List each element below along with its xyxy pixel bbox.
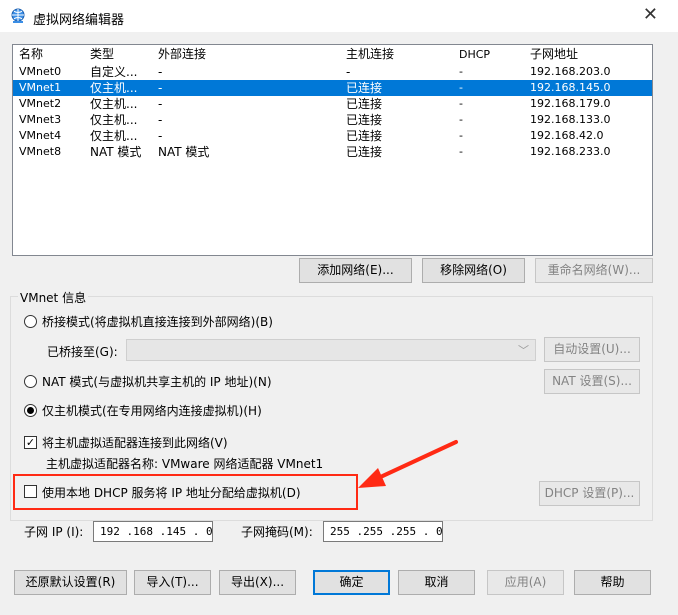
- cell-name: VMnet3: [19, 113, 62, 126]
- host-only-mode-radio[interactable]: [24, 404, 37, 417]
- nat-mode-radio[interactable]: [24, 375, 37, 388]
- host-only-mode-label[interactable]: 仅主机模式(在专用网络内连接虚拟机)(H): [42, 402, 262, 419]
- ok-button[interactable]: 确定: [313, 570, 390, 595]
- table-row[interactable]: VMnet0 自定义... - - - 192.168.203.0: [13, 64, 652, 80]
- adapter-name-text: 主机虚拟适配器名称: VMware 网络适配器 VMnet1: [46, 457, 324, 471]
- bridged-to-select[interactable]: ﹀: [126, 339, 536, 361]
- cell-host: 已连接: [346, 129, 383, 143]
- cell-name: VMnet2: [19, 97, 62, 110]
- cell-dhcp: -: [459, 65, 463, 78]
- vmnet-table[interactable]: 名称 类型 外部连接 主机连接 DHCP 子网地址 VMnet0 自定义... - -…: [12, 44, 653, 256]
- table-row[interactable]: VMnet3 仅主机... - 已连接 - 192.168.133.0: [13, 112, 652, 128]
- annotation-arrow-icon: [358, 440, 458, 488]
- cell-type: 仅主机...: [90, 129, 138, 143]
- chevron-down-icon: ﹀: [518, 344, 529, 357]
- restore-defaults-button[interactable]: 还原默认设置(R): [14, 570, 127, 595]
- apply-button[interactable]: 应用(A): [487, 570, 564, 595]
- cell-subnet: 192.168.179.0: [530, 97, 611, 110]
- virtual-network-editor-window: 虚拟网络编辑器 ✕ 名称 类型 外部连接 主机连接 DHCP 子网地址 VMne…: [0, 0, 678, 615]
- close-icon[interactable]: ✕: [643, 4, 658, 25]
- cell-host: -: [346, 65, 351, 79]
- auto-settings-button[interactable]: 自动设置(U)...: [544, 337, 640, 362]
- network-globe-icon: [11, 8, 25, 23]
- nat-mode-label[interactable]: NAT 模式(与虚拟机共享主机的 IP 地址)(N): [42, 373, 272, 390]
- highlight-box: [13, 474, 358, 510]
- cell-subnet: 192.168.42.0: [530, 129, 604, 142]
- cell-external: -: [158, 97, 163, 111]
- subnet-ip-label: 子网 IP (I):: [24, 525, 84, 539]
- connect-adapter-label[interactable]: 将主机虚拟适配器连接到此网络(V): [42, 434, 228, 451]
- cell-subnet: 192.168.203.0: [530, 65, 611, 78]
- cell-dhcp: -: [459, 145, 463, 158]
- cancel-button[interactable]: 取消: [398, 570, 475, 595]
- export-button[interactable]: 导出(X)...: [219, 570, 296, 595]
- cell-dhcp: -: [459, 113, 463, 126]
- cell-external: -: [158, 129, 163, 143]
- cell-subnet: 192.168.233.0: [530, 145, 611, 158]
- table-body: VMnet0 自定义... - - - 192.168.203.0 VMnet1 仅主机...…: [13, 64, 652, 160]
- table-row[interactable]: VMnet4 仅主机... - 已连接 - 192.168.42.0: [13, 128, 652, 144]
- help-button[interactable]: 帮助: [574, 570, 651, 595]
- cell-host: 已连接: [346, 145, 383, 159]
- table-row[interactable]: VMnet2 仅主机... - 已连接 - 192.168.179.0: [13, 96, 652, 112]
- bridged-mode-label[interactable]: 桥接模式(将虚拟机直接连接到外部网络)(B): [42, 313, 273, 330]
- rename-network-button[interactable]: 重命名网络(W)...: [535, 258, 653, 283]
- bridged-mode-radio[interactable]: [24, 315, 37, 328]
- column-header-type[interactable]: 类型: [90, 45, 114, 64]
- cell-host: 已连接: [346, 97, 383, 111]
- cell-external: -: [158, 113, 163, 127]
- vmnet-info-title: VMnet 信息: [18, 289, 89, 306]
- cell-host: 已连接: [346, 81, 383, 95]
- cell-subnet: 192.168.133.0: [530, 113, 611, 126]
- cell-external: -: [158, 81, 163, 95]
- import-button[interactable]: 导入(T)...: [134, 570, 211, 595]
- cell-type: NAT 模式: [90, 145, 142, 159]
- table-row[interactable]: VMnet1 仅主机... - 已连接 - 192.168.145.0: [13, 80, 652, 96]
- cell-external: -: [158, 65, 163, 79]
- column-header-name[interactable]: 名称: [19, 45, 43, 64]
- dhcp-settings-button[interactable]: DHCP 设置(P)...: [539, 481, 640, 506]
- column-header-host[interactable]: 主机连接: [346, 45, 394, 64]
- table-header: 名称 类型 外部连接 主机连接 DHCP 子网地址: [13, 45, 652, 64]
- subnet-mask-label: 子网掩码(M):: [241, 525, 313, 539]
- column-header-subnet[interactable]: 子网地址: [530, 45, 578, 64]
- cell-name: VMnet0: [19, 65, 62, 78]
- remove-network-button[interactable]: 移除网络(O): [422, 258, 525, 283]
- column-header-external[interactable]: 外部连接: [158, 45, 206, 64]
- add-network-button[interactable]: 添加网络(E)...: [299, 258, 412, 283]
- cell-host: 已连接: [346, 113, 383, 127]
- title-bar: 虚拟网络编辑器 ✕: [0, 0, 678, 32]
- nat-settings-button[interactable]: NAT 设置(S)...: [544, 369, 640, 394]
- cell-dhcp: -: [459, 81, 463, 94]
- cell-external: NAT 模式: [158, 145, 210, 159]
- subnet-mask-field[interactable]: 255 .255 .255 . 0: [323, 521, 443, 542]
- connect-adapter-checkbox[interactable]: ✓: [24, 436, 37, 449]
- table-row[interactable]: VMnet8 NAT 模式 NAT 模式 已连接 - 192.168.233.0: [13, 144, 652, 160]
- cell-dhcp: -: [459, 97, 463, 110]
- cell-name: VMnet4: [19, 129, 62, 142]
- column-header-dhcp[interactable]: DHCP: [459, 45, 490, 64]
- cell-type: 仅主机...: [90, 81, 138, 95]
- bridged-to-label: 已桥接至(G):: [47, 345, 118, 359]
- cell-type: 仅主机...: [90, 113, 138, 127]
- subnet-ip-field[interactable]: 192 .168 .145 . 0: [93, 521, 213, 542]
- cell-name: VMnet8: [19, 145, 62, 158]
- cell-type: 自定义...: [90, 65, 138, 79]
- window-title: 虚拟网络编辑器: [33, 13, 125, 28]
- cell-dhcp: -: [459, 129, 463, 142]
- cell-name: VMnet1: [19, 81, 62, 94]
- cell-subnet: 192.168.145.0: [530, 81, 611, 94]
- cell-type: 仅主机...: [90, 97, 138, 111]
